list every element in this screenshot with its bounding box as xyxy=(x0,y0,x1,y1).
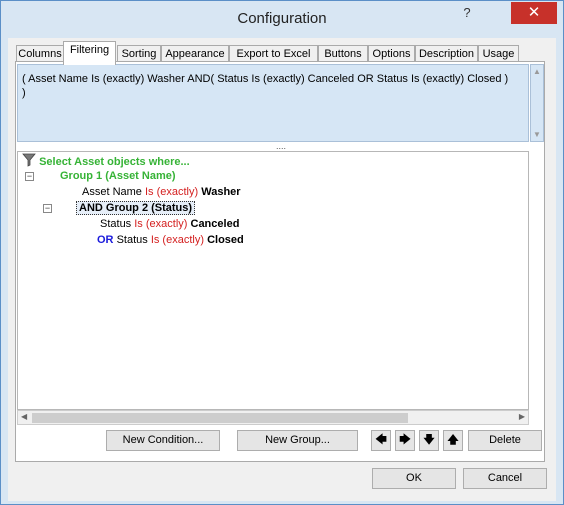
expression-scrollbar[interactable]: ▲ ▼ xyxy=(530,64,544,142)
tab-strip: Columns Filtering Sorting Appearance Exp… xyxy=(16,41,536,65)
tree-horizontal-scrollbar[interactable]: ◀ ▶ xyxy=(17,410,529,425)
tree-root-row[interactable]: Select Asset objects where... xyxy=(22,153,190,168)
scrollbar-thumb[interactable] xyxy=(32,413,408,423)
condition-connector: OR xyxy=(97,234,114,246)
group2-label: AND Group 2 (Status) xyxy=(76,201,196,215)
tab-filtering[interactable]: Filtering xyxy=(63,41,116,65)
filter-expression-box[interactable]: ( Asset Name Is (exactly) Washer AND( St… xyxy=(17,64,529,142)
title-bar[interactable]: Configuration ? ✕ xyxy=(1,1,563,37)
collapse-group1-icon[interactable]: − xyxy=(25,172,34,181)
filter-expression-text: ( Asset Name Is (exactly) Washer AND( St… xyxy=(22,73,509,99)
cancel-button[interactable]: Cancel xyxy=(463,468,547,489)
scroll-down-icon[interactable]: ▼ xyxy=(533,130,541,139)
configuration-window: Configuration ? ✕ Columns Filtering Sort… xyxy=(0,0,564,505)
condition-row[interactable]: Status Is (exactly) Canceled xyxy=(100,217,239,231)
filter-funnel-icon xyxy=(22,153,36,167)
move-up-icon[interactable]: 🡅 xyxy=(443,430,463,451)
collapse-group2-icon[interactable]: − xyxy=(43,204,52,213)
condition-row[interactable]: OR Status Is (exactly) Closed xyxy=(97,233,244,247)
filter-tree[interactable]: Select Asset objects where... − Group 1 … xyxy=(17,151,529,410)
condition-operator: Is (exactly) xyxy=(144,186,199,198)
ok-button[interactable]: OK xyxy=(372,468,456,489)
condition-field: Status xyxy=(116,234,148,246)
group1-row[interactable]: Group 1 (Asset Name) xyxy=(60,169,176,183)
condition-operator: Is (exactly) xyxy=(150,234,204,246)
splitter-grip[interactable]: .... xyxy=(16,142,546,151)
tree-root-label: Select Asset objects where... xyxy=(39,156,190,168)
close-button[interactable]: ✕ xyxy=(511,2,557,24)
delete-button[interactable]: Delete xyxy=(468,430,542,451)
condition-value: Closed xyxy=(207,234,244,246)
filtering-tab-page: ( Asset Name Is (exactly) Washer AND( St… xyxy=(15,61,545,462)
help-button[interactable]: ? xyxy=(453,2,481,24)
condition-field: Status xyxy=(100,218,132,230)
new-group-button[interactable]: New Group... xyxy=(237,430,358,451)
condition-value: Canceled xyxy=(190,218,240,230)
scroll-up-icon[interactable]: ▲ xyxy=(533,67,541,76)
new-condition-button[interactable]: New Condition... xyxy=(106,430,220,451)
move-down-icon[interactable]: 🡇 xyxy=(419,430,439,451)
condition-operator: Is (exactly) xyxy=(134,218,188,230)
condition-value: Washer xyxy=(201,186,241,198)
group1-label: Group 1 (Asset Name) xyxy=(60,170,176,182)
condition-field: Asset Name xyxy=(82,186,142,198)
move-right-icon[interactable]: 🡆 xyxy=(395,430,415,451)
scroll-left-icon[interactable]: ◀ xyxy=(21,412,27,421)
group2-row[interactable]: AND Group 2 (Status) xyxy=(76,201,196,215)
condition-row[interactable]: Asset Name Is (exactly) Washer xyxy=(82,185,241,199)
dialog-client: Columns Filtering Sorting Appearance Exp… xyxy=(8,38,556,501)
scroll-right-icon[interactable]: ▶ xyxy=(519,412,525,421)
move-left-icon[interactable]: 🡄 xyxy=(371,430,391,451)
